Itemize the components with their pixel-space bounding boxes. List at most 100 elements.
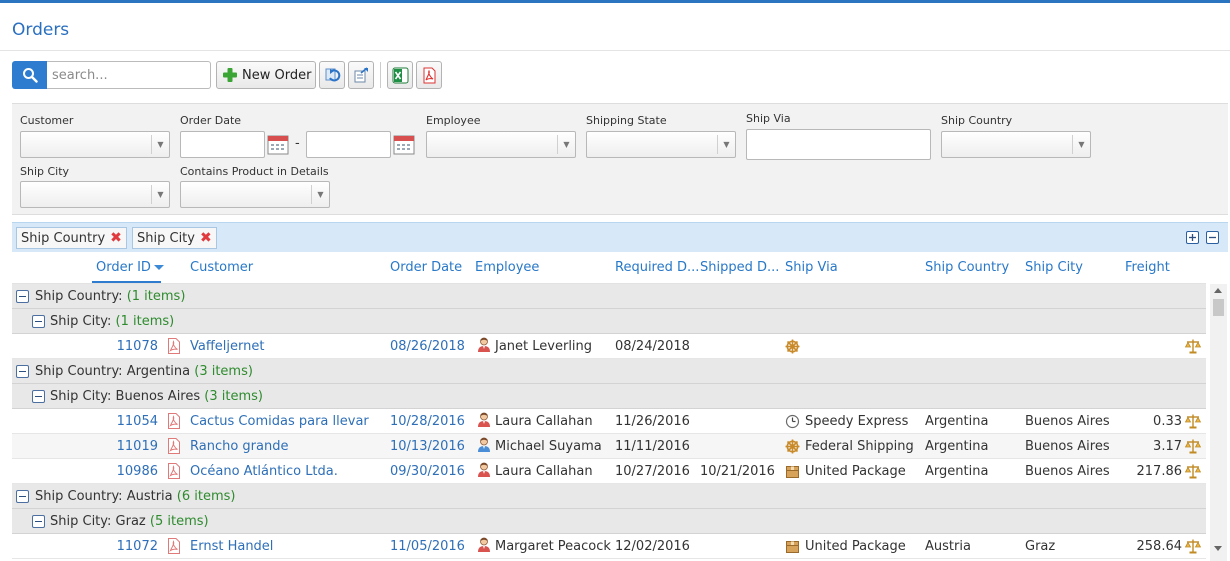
shipping-state-select[interactable]: ▼ [586,131,736,158]
chevron-down-icon: ▼ [311,185,329,204]
group-row-ship-country[interactable]: Ship Country: Argentina (3 items) [12,359,1206,384]
freight-scale-icon[interactable] [1184,338,1202,358]
pdf-icon[interactable] [167,338,181,358]
collapse-icon[interactable] [16,290,29,303]
order-date-link[interactable]: 11/05/2016 [390,539,470,554]
customer-link[interactable]: Cactus Comidas para llevar [190,414,390,429]
pdf-icon[interactable] [167,338,181,354]
ship-country: Argentina [925,439,989,454]
customer-link[interactable]: Rancho grande [190,439,390,454]
collapse-all-button[interactable] [1206,231,1219,244]
pdf-icon[interactable] [167,463,181,483]
pdf-icon[interactable] [167,413,181,429]
pdf-icon[interactable] [167,538,181,554]
freight-scale-icon[interactable] [1184,538,1202,554]
collapse-icon[interactable] [32,390,45,403]
ship-city: Buenos Aires [1025,464,1110,479]
employee-name: Laura Callahan [495,464,593,479]
order-id-link[interactable]: 11019 [112,439,158,454]
column-header-ship-country[interactable]: Ship Country [925,260,1009,275]
group-row-ship-city[interactable]: Ship City: Graz (5 items) [12,509,1206,534]
column-header-order-date[interactable]: Order Date [390,260,462,275]
calendar-icon[interactable] [267,133,289,155]
scroll-up-icon[interactable] [1214,288,1222,293]
collapse-icon[interactable] [32,515,45,528]
freight-scale-icon[interactable] [1184,438,1202,454]
group-row-ship-country[interactable]: Ship Country: (1 items) [12,284,1206,309]
grid-scrollbar[interactable] [1210,284,1227,561]
calendar-icon[interactable] [393,133,415,155]
page-title: Orders [12,20,70,40]
search-input[interactable] [47,61,211,89]
column-header-shipped-date[interactable]: Shipped D... [700,260,779,275]
customer-link[interactable]: Ernst Handel [190,539,390,554]
table-row[interactable]: 11072 Ernst Handel 11/05/2016 Margaret Peac… [12,534,1206,559]
federal-shipping-icon [785,439,800,454]
column-header-employee[interactable]: Employee [475,260,539,275]
group-row-ship-city[interactable]: Ship City: (1 items) [12,309,1206,334]
collapse-icon[interactable] [16,365,29,378]
pdf-icon[interactable] [167,438,181,454]
order-date-link[interactable]: 08/26/2018 [390,339,470,354]
refresh-button[interactable] [319,61,345,89]
pdf-export-button[interactable] [416,61,442,89]
table-row[interactable]: 11078 Vaffeljernet 08/26/2018 Janet Leverli… [12,334,1206,359]
freight-scale-icon[interactable] [1184,413,1202,429]
remove-icon[interactable]: ✖ [110,230,122,246]
order-id-link[interactable]: 10986 [112,464,158,479]
new-order-button[interactable]: New Order [216,61,316,89]
order-date-link[interactable]: 10/28/2016 [390,414,470,429]
column-header-ship-city[interactable]: Ship City [1025,260,1083,275]
group-chip-ship-country[interactable]: Ship Country ✖ [16,227,127,249]
order-date-to-input[interactable] [306,131,391,158]
column-header-freight[interactable]: Freight [1125,260,1170,275]
order-id-link[interactable]: 11078 [112,339,158,354]
customer-link[interactable]: Vaffeljernet [190,339,390,354]
excel-export-button[interactable] [387,61,413,89]
freight-scale-icon[interactable] [1184,463,1202,479]
order-id-link[interactable]: 11054 [112,414,158,429]
order-date-from-input[interactable] [180,131,265,158]
employee-avatar-icon [477,437,491,457]
search-button[interactable] [12,61,47,89]
column-header-order-id[interactable]: Order ID [96,260,164,275]
column-header-customer[interactable]: Customer [190,260,253,275]
order-id-link[interactable]: 11072 [112,539,158,554]
export-button[interactable] [348,61,374,89]
chevron-down-icon: ▼ [151,185,169,204]
freight-scale-icon[interactable] [1184,413,1202,433]
employee-select[interactable]: ▼ [426,131,576,158]
group-row-ship-city[interactable]: Ship City: Buenos Aires (3 items) [12,384,1206,409]
column-header-ship-via[interactable]: Ship Via [785,260,838,275]
scroll-down-icon[interactable] [1214,546,1222,551]
customer-select[interactable]: ▼ [20,131,170,158]
remove-icon[interactable]: ✖ [200,230,212,246]
collapse-icon[interactable] [32,315,45,328]
pdf-icon[interactable] [167,413,181,433]
scrollbar-thumb[interactable] [1213,299,1224,316]
freight-scale-icon[interactable] [1184,438,1202,458]
pdf-icon[interactable] [167,463,181,479]
order-date-link[interactable]: 10/13/2016 [390,439,470,454]
contains-product-select[interactable]: ▼ [180,181,330,208]
table-row[interactable]: 11054 Cactus Comidas para llevar 10/28/201… [12,409,1206,434]
ship-via-input[interactable] [746,129,931,160]
ship-city-select[interactable]: ▼ [20,181,170,208]
pdf-icon[interactable] [167,538,181,558]
freight-scale-icon[interactable] [1184,538,1202,558]
freight-scale-icon[interactable] [1184,338,1202,354]
expand-all-button[interactable] [1186,231,1199,244]
column-header-required-date[interactable]: Required D... [615,260,699,275]
table-row[interactable]: 11019 Rancho grande 10/13/2016 Michael Suya… [12,434,1206,459]
freight-value: 0.33 [1153,414,1182,429]
collapse-icon[interactable] [16,490,29,503]
customer-link[interactable]: Océano Atlántico Ltda. [190,464,390,479]
freight-scale-icon[interactable] [1184,463,1202,483]
group-row-ship-country[interactable]: Ship Country: Austria (6 items) [12,484,1206,509]
pdf-icon[interactable] [167,438,181,458]
group-chip-ship-city[interactable]: Ship City ✖ [132,227,217,249]
order-date-link[interactable]: 09/30/2016 [390,464,470,479]
group-chip-label: Ship City [137,230,195,246]
table-row[interactable]: 10986 Océano Atlántico Ltda. 09/30/2016 Lau… [12,459,1206,484]
ship-country-select[interactable]: ▼ [941,131,1091,158]
